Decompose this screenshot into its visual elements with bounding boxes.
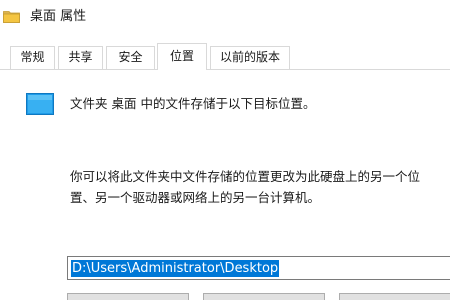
tab-general[interactable]: 常规 (10, 46, 55, 69)
tab-sharing[interactable]: 共享 (58, 46, 103, 69)
description-line: 你可以将此文件夹中文件存储的位置更改为此硬盘上的另一个位 (70, 169, 421, 184)
tab-previous-versions[interactable]: 以前的版本 (210, 46, 290, 69)
tab-location[interactable]: 位置 (157, 43, 207, 70)
desktop-folder-icon (26, 93, 54, 115)
restore-default-button[interactable] (67, 293, 189, 300)
path-value[interactable]: D:\Users\Administrator\Desktop (71, 260, 280, 277)
tab-security[interactable]: 安全 (106, 46, 155, 69)
tab-strip: 常规 共享 安全 位置 以前的版本 (0, 43, 450, 70)
window-title: 桌面 属性 (30, 9, 87, 24)
folder-icon (3, 8, 20, 23)
location-path-input[interactable]: D:\Users\Administrator\Desktop (67, 256, 450, 280)
location-description: 文件夹 桌面 中的文件存储于以下目标位置。 (70, 96, 316, 111)
find-target-button[interactable] (339, 293, 450, 300)
change-location-description: 你可以将此文件夹中文件存储的位置更改为此硬盘上的另一个位 置、另一个驱动器或网络… (70, 166, 450, 208)
tab-divider (0, 69, 450, 70)
title-bar: 桌面 属性 (0, 0, 450, 34)
move-button[interactable] (203, 293, 325, 300)
properties-window: 桌面 属性 常规 共享 安全 位置 以前的版本 文件夹 桌面 中的文件存储于以下… (0, 0, 450, 300)
description-line: 置、另一个驱动器或网络上的另一台计算机。 (70, 190, 321, 205)
